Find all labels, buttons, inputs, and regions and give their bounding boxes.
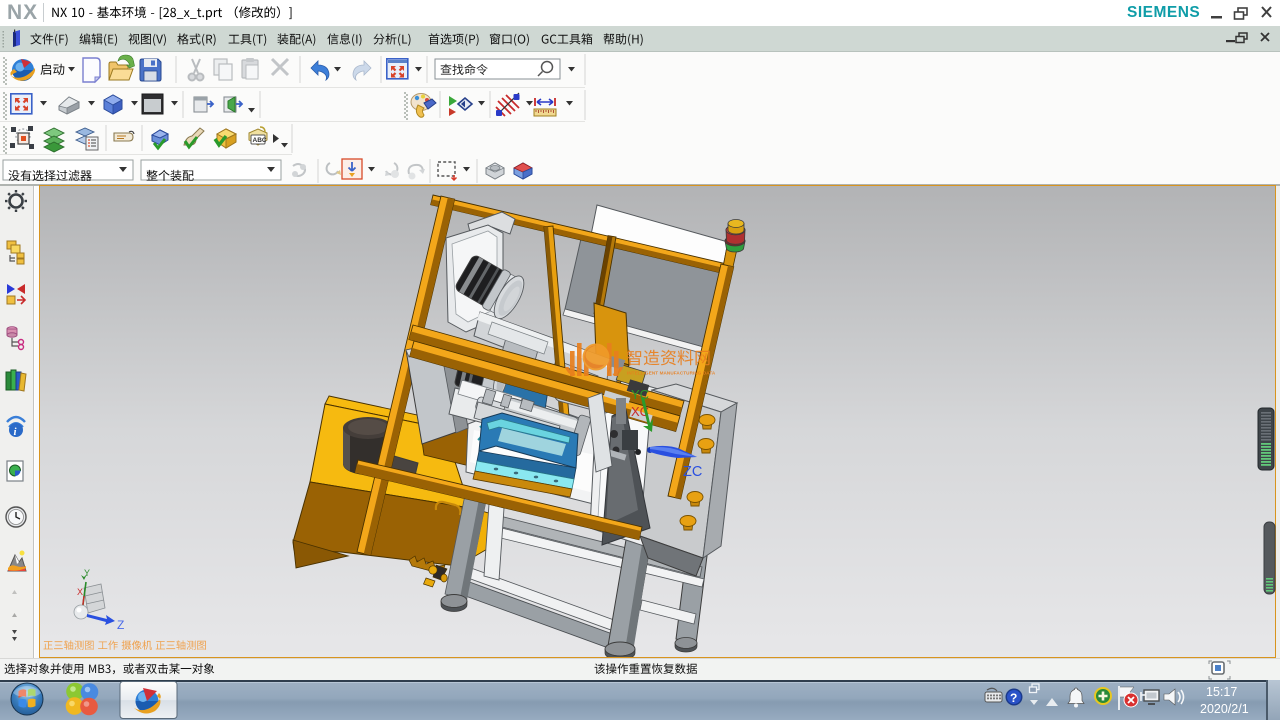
- svg-text:INTELLIGENT MANUFACTURING DATA: INTELLIGENT MANUFACTURING DATA: [627, 371, 716, 376]
- svg-text:?: ?: [1010, 691, 1017, 705]
- svg-text:X: X: [77, 587, 83, 597]
- svg-text:ABC: ABC: [253, 137, 267, 144]
- svg-text:YC: YC: [631, 387, 649, 402]
- svg-text:Z: Z: [117, 618, 124, 632]
- svg-text:ZC: ZC: [683, 464, 702, 480]
- svg-text:2020/2/1: 2020/2/1: [1200, 702, 1249, 716]
- svg-text:15:17: 15:17: [1206, 685, 1237, 699]
- svg-text:Y: Y: [84, 568, 90, 578]
